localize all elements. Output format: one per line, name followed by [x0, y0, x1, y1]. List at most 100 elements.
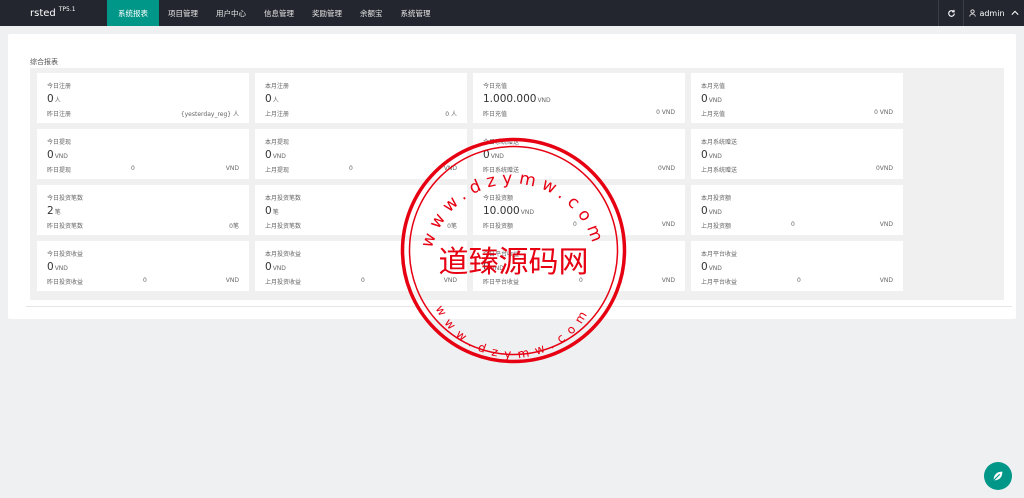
- stat-footer-right: {yesterday_reg} 人: [180, 111, 239, 118]
- stat-footer: 昨日提现 0 VND: [47, 165, 239, 174]
- stat-value-number: 0: [265, 149, 272, 161]
- refresh-icon: [947, 9, 955, 17]
- stat-value-number: 0: [701, 261, 708, 273]
- stat-footer: 昨日投资收益 0 VND: [47, 277, 239, 286]
- stat-footer-mid: 0: [797, 277, 801, 284]
- stat-title: 本月投资收益: [265, 251, 302, 258]
- section-title: 综合报表: [30, 58, 58, 66]
- stat-footer-mid: 0: [791, 221, 795, 228]
- refresh-button[interactable]: [938, 0, 964, 26]
- chevron-up-icon: [1010, 10, 1019, 15]
- topbar-right: admin: [938, 0, 1024, 26]
- stat-value-unit: 笔: [272, 209, 279, 216]
- stat-card: 今日充值 1.000.000VND 昨日充值 0 VND: [473, 73, 685, 123]
- stat-footer-right: VND: [879, 277, 893, 284]
- stat-footer-right: 0 VND: [656, 109, 675, 116]
- nav-item-system[interactable]: 系统管理: [392, 0, 440, 26]
- stat-footer: 上月投资额 0 VND: [701, 221, 893, 230]
- brand-logo[interactable]: rsted TP5.1: [0, 0, 107, 26]
- stat-card: 今日提现 0VND 昨日提现 0 VND: [37, 129, 249, 179]
- stat-card: 今日投资笔数 2笔昨日投资笔数 0笔: [37, 185, 249, 235]
- stat-footer-right: 0VND: [657, 165, 675, 172]
- brand-version: TP5.1: [58, 5, 76, 13]
- stat-value: 0VND: [701, 149, 722, 161]
- nav-item-info[interactable]: 信息管理: [255, 0, 303, 26]
- stat-card: 本月投资额 0VND 上月投资额 0 VND: [691, 185, 903, 235]
- stat-footer-mid: 0: [349, 165, 353, 172]
- stat-value: 1.000.000VND: [483, 93, 551, 105]
- stat-footer-label: 上月投资笔数: [265, 223, 302, 230]
- stat-title: 本月平台收益: [701, 251, 738, 258]
- stat-value: 2笔: [47, 205, 61, 217]
- stat-title: 本月系统赠送: [701, 139, 738, 146]
- stat-value-unit: 人: [272, 97, 279, 104]
- stat-footer-label: 昨日投资笔数: [47, 223, 84, 230]
- stat-value: 0人: [265, 93, 279, 105]
- stat-value-number: 1.000.000: [483, 93, 537, 105]
- stat-value-number: 0: [265, 93, 272, 105]
- stat-footer: 昨日注册 {yesterday_reg} 人: [47, 109, 239, 118]
- stat-footer-right: VND: [225, 277, 239, 284]
- stat-footer-right: VND: [661, 277, 675, 284]
- stat-value-number: 0: [47, 149, 54, 161]
- stat-value-number: 0: [47, 93, 54, 105]
- stat-value-unit: VND: [54, 153, 68, 160]
- stat-footer-label: 上月投资收益: [265, 279, 302, 286]
- stat-value-unit: VND: [54, 265, 68, 272]
- user-menu[interactable]: admin: [964, 0, 1024, 26]
- stat-title: 今日注册: [47, 83, 72, 90]
- nav-item-reports[interactable]: 系统报表: [107, 0, 159, 26]
- stat-title: 今日投资笔数: [47, 195, 84, 202]
- stat-title: 本月充值: [701, 83, 726, 90]
- stat-value-number: 0: [265, 205, 272, 217]
- stat-value-number: 2: [47, 205, 54, 217]
- stat-footer-mid: 0: [131, 165, 135, 172]
- stat-value-number: 0: [701, 205, 708, 217]
- stat-footer-mid: 0: [361, 277, 365, 284]
- stat-footer-right: VND: [879, 221, 893, 228]
- nav-item-projects[interactable]: 项目管理: [159, 0, 207, 26]
- watermark-seal: www.dzymw.com 道臻源码网 www.dzymw.com: [400, 137, 627, 364]
- stat-title: 本月投资额: [701, 195, 732, 202]
- stat-footer: 昨日充值 0 VND: [483, 109, 675, 118]
- stat-value-number: 0: [47, 261, 54, 273]
- stat-footer-right: 0笔: [229, 223, 239, 230]
- stat-footer-right: 0 VND: [874, 109, 893, 116]
- top-navbar: rsted TP5.1 系统报表 项目管理 用户中心 信息管理 奖励管理 余额宝…: [0, 0, 1024, 26]
- stat-value-unit: VND: [272, 265, 286, 272]
- stat-footer-right: 0VND: [875, 165, 893, 172]
- stat-title: 本月投资笔数: [265, 195, 302, 202]
- stat-footer: 昨日投资笔数 0笔: [47, 221, 239, 230]
- stat-value-unit: 笔: [54, 209, 61, 216]
- nav-item-users[interactable]: 用户中心: [207, 0, 255, 26]
- stat-value-unit: VND: [708, 97, 722, 104]
- stat-footer-label: 上月系统赠送: [701, 167, 738, 174]
- stat-value: 0VND: [265, 149, 286, 161]
- stat-value: 0人: [47, 93, 61, 105]
- nav-item-rewards[interactable]: 奖励管理: [303, 0, 351, 26]
- stat-footer-label: 昨日提现: [47, 167, 72, 174]
- stat-card: 今日投资收益 0VND 昨日投资收益 0 VND: [37, 241, 249, 291]
- stat-value-unit: VND: [708, 209, 722, 216]
- stat-value-unit: VND: [708, 265, 722, 272]
- stat-value-number: 0: [701, 149, 708, 161]
- watermark-bottom-text: www.dzymw.com: [433, 303, 594, 361]
- stat-value-number: 0: [701, 93, 708, 105]
- stat-value-number: 0: [265, 261, 272, 273]
- stat-footer-right: VND: [661, 221, 675, 228]
- nav-item-balance[interactable]: 余额宝: [351, 0, 392, 26]
- stat-footer-label: 昨日投资收益: [47, 279, 84, 286]
- stat-footer: 上月充值 0 VND: [701, 109, 893, 118]
- stat-card: 今日注册 0人昨日注册 {yesterday_reg} 人: [37, 73, 249, 123]
- stat-value: 0VND: [47, 261, 68, 273]
- stat-footer-right: VND: [225, 165, 239, 172]
- stat-footer-label: 昨日注册: [47, 111, 72, 118]
- brand-name: rsted: [30, 7, 56, 19]
- help-button[interactable]: [984, 462, 1012, 490]
- stat-footer-mid: 0: [143, 277, 147, 284]
- stat-value-unit: VND: [537, 97, 551, 104]
- stat-title: 本月注册: [265, 83, 290, 90]
- stat-title: 今日提现: [47, 139, 72, 146]
- stat-title: 今日充值: [483, 83, 508, 90]
- stat-value: 0VND: [265, 261, 286, 273]
